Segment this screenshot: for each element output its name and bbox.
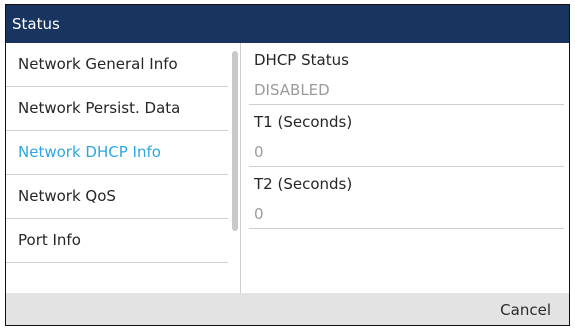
title-bar: Status xyxy=(6,5,569,43)
detail-panel: DHCP Status DISABLED T1 (Seconds) 0 T2 (… xyxy=(241,43,569,293)
sidebar-item-network-dhcp-info[interactable]: Network DHCP Info xyxy=(6,131,228,175)
field-t2-seconds: T2 (Seconds) 0 xyxy=(249,167,564,229)
sidebar-item-network-qos[interactable]: Network QoS xyxy=(6,175,228,219)
phone-screen: Status Network General Info Network Pers… xyxy=(5,4,570,326)
field-t1-seconds: T1 (Seconds) 0 xyxy=(249,105,564,167)
sidebar-item-label: Port Info xyxy=(18,231,81,249)
sidebar-item-network-persist-data[interactable]: Network Persist. Data xyxy=(6,87,228,131)
softkey-bar: Cancel xyxy=(6,293,569,325)
sidebar-item-label: Network QoS xyxy=(18,187,116,205)
sidebar-menu: Network General Info Network Persist. Da… xyxy=(6,43,241,293)
field-label: T2 (Seconds) xyxy=(254,175,353,193)
sidebar-item-label: Network Persist. Data xyxy=(18,99,181,117)
field-label: T1 (Seconds) xyxy=(254,113,353,131)
sidebar-item-label: Network DHCP Info xyxy=(18,143,161,161)
sidebar-item-label: Network General Info xyxy=(18,55,178,73)
page-title: Status xyxy=(12,15,60,33)
sidebar-item-port-info[interactable]: Port Info xyxy=(6,219,228,263)
field-dhcp-status: DHCP Status DISABLED xyxy=(249,43,564,105)
field-value: DISABLED xyxy=(254,81,330,99)
field-label: DHCP Status xyxy=(254,51,349,69)
field-value: 0 xyxy=(254,143,264,161)
field-value: 0 xyxy=(254,205,264,223)
sidebar-item-network-general-info[interactable]: Network General Info xyxy=(6,43,228,87)
cancel-button[interactable]: Cancel xyxy=(500,293,551,325)
sidebar-scrollbar[interactable] xyxy=(232,51,238,231)
